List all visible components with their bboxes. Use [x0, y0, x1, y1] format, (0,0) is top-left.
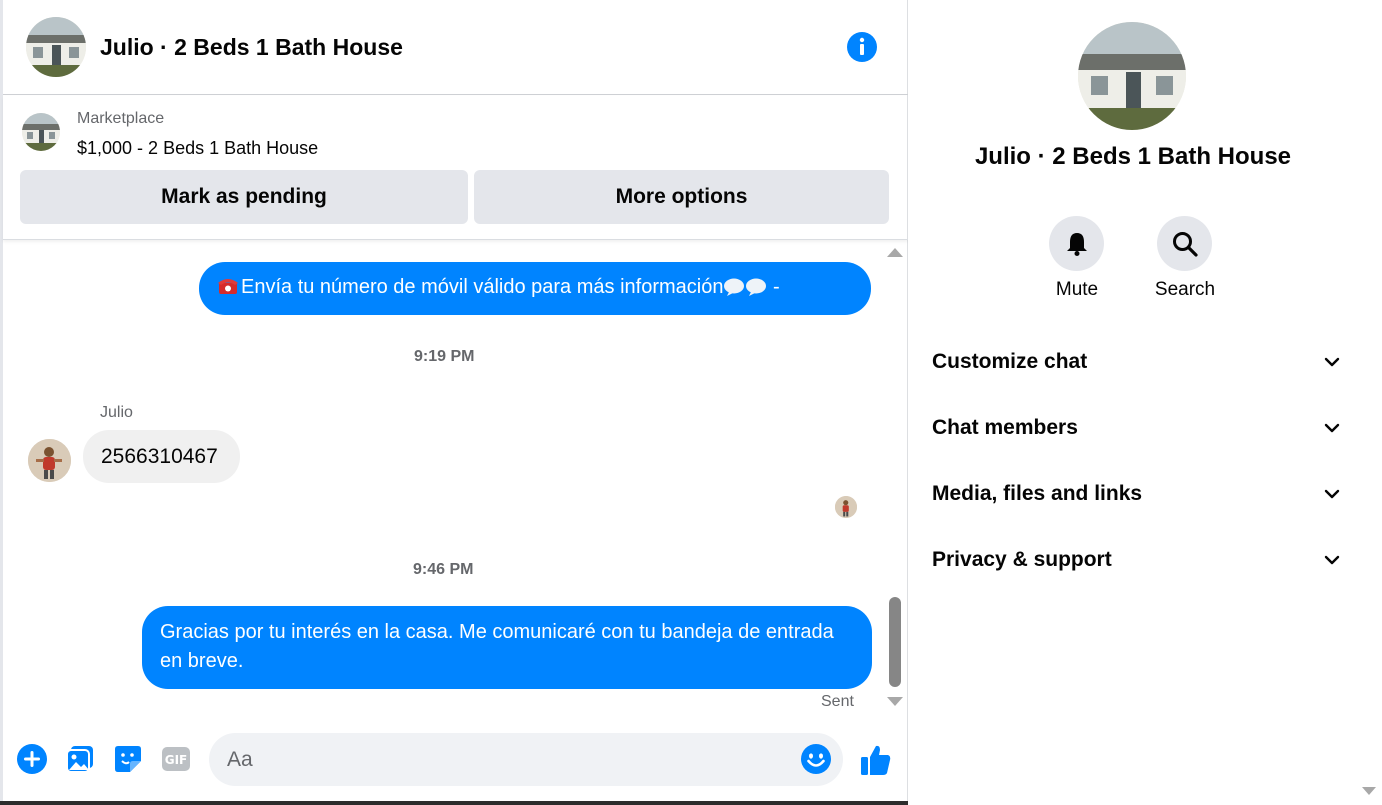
section-label: Customize chat — [932, 350, 1088, 373]
image-icon[interactable] — [64, 743, 96, 775]
message-suffix: - — [767, 276, 780, 298]
privacy-support-section[interactable]: Privacy & support — [932, 540, 1342, 580]
outgoing-message[interactable]: Envía tu número de móvil válido para más… — [199, 262, 871, 315]
section-label: Chat members — [932, 416, 1078, 439]
search-label: Search — [1154, 279, 1216, 300]
search-icon — [1172, 231, 1198, 257]
compose-box[interactable] — [209, 733, 843, 786]
conversation-info-panel: Julio · 2 Beds 1 Bath House Mute Search … — [908, 0, 1382, 805]
message-list[interactable]: Envía tu número de móvil válido para más… — [3, 241, 883, 716]
scrollbar-thumb[interactable] — [889, 597, 901, 687]
chevron-down-icon — [1324, 555, 1340, 565]
telephone-emoji-icon — [218, 279, 238, 294]
info-icon[interactable] — [846, 31, 878, 63]
incoming-message[interactable]: 2566310467 — [83, 430, 240, 483]
gif-icon[interactable]: GIF — [160, 743, 192, 775]
customize-chat-section[interactable]: Customize chat — [932, 342, 1342, 382]
info-title: Julio · 2 Beds 1 Bath House — [974, 143, 1292, 170]
mute-button[interactable] — [1049, 216, 1104, 271]
sender-name: Julio — [100, 404, 133, 421]
page-scroll-down-arrow[interactable] — [1362, 787, 1376, 795]
plus-circle-icon[interactable] — [16, 743, 48, 775]
more-options-button[interactable]: More options — [474, 170, 889, 224]
thumbs-up-icon[interactable] — [858, 742, 894, 778]
mark-as-pending-button[interactable]: Mark as pending — [20, 170, 468, 224]
scroll-up-arrow[interactable] — [887, 248, 903, 257]
speech-bubble-emoji-icon — [724, 278, 745, 296]
section-label: Privacy & support — [932, 548, 1112, 571]
scroll-down-arrow[interactable] — [887, 697, 903, 706]
listing-thumbnail[interactable] — [22, 113, 60, 151]
mute-label: Mute — [1055, 279, 1099, 300]
listing-type: Marketplace — [77, 110, 165, 127]
sent-status: Sent — [821, 693, 854, 710]
message-timestamp: 9:19 PM — [414, 348, 475, 365]
chat-members-section[interactable]: Chat members — [932, 408, 1342, 448]
chevron-down-icon — [1324, 423, 1340, 433]
conversation-avatar[interactable] — [26, 17, 86, 77]
listing-price-title[interactable]: $1,000 - 2 Beds 1 Bath House — [77, 138, 318, 159]
section-label: Media, files and links — [932, 482, 1143, 505]
bottom-edge — [0, 801, 908, 805]
message-text: Envía tu número de móvil válido para más… — [241, 276, 724, 298]
conversation-title[interactable]: Julio · 2 Beds 1 Bath House — [100, 34, 403, 61]
sender-avatar[interactable] — [28, 439, 71, 482]
read-receipt-avatar — [835, 496, 857, 518]
search-button[interactable] — [1157, 216, 1212, 271]
chat-header: Julio · 2 Beds 1 Bath House — [3, 0, 908, 95]
sticker-icon[interactable] — [112, 743, 144, 775]
emoji-icon[interactable] — [800, 743, 832, 775]
info-avatar[interactable] — [1078, 22, 1186, 130]
media-files-links-section[interactable]: Media, files and links — [932, 474, 1342, 514]
outgoing-message[interactable]: Gracias por tu interés en la casa. Me co… — [142, 606, 872, 689]
message-input[interactable] — [227, 745, 787, 775]
marketplace-listing-bar: Marketplace $1,000 - 2 Beds 1 Bath House… — [3, 96, 908, 240]
message-composer: GIF — [3, 716, 908, 805]
chevron-down-icon — [1324, 489, 1340, 499]
message-timestamp: 9:46 PM — [413, 561, 474, 578]
svg-text:GIF: GIF — [165, 753, 188, 767]
chevron-down-icon — [1324, 357, 1340, 367]
speech-bubble-emoji-icon — [746, 278, 767, 296]
bell-icon — [1066, 232, 1087, 256]
chat-pane: Julio · 2 Beds 1 Bath House Marketplace … — [0, 0, 908, 805]
